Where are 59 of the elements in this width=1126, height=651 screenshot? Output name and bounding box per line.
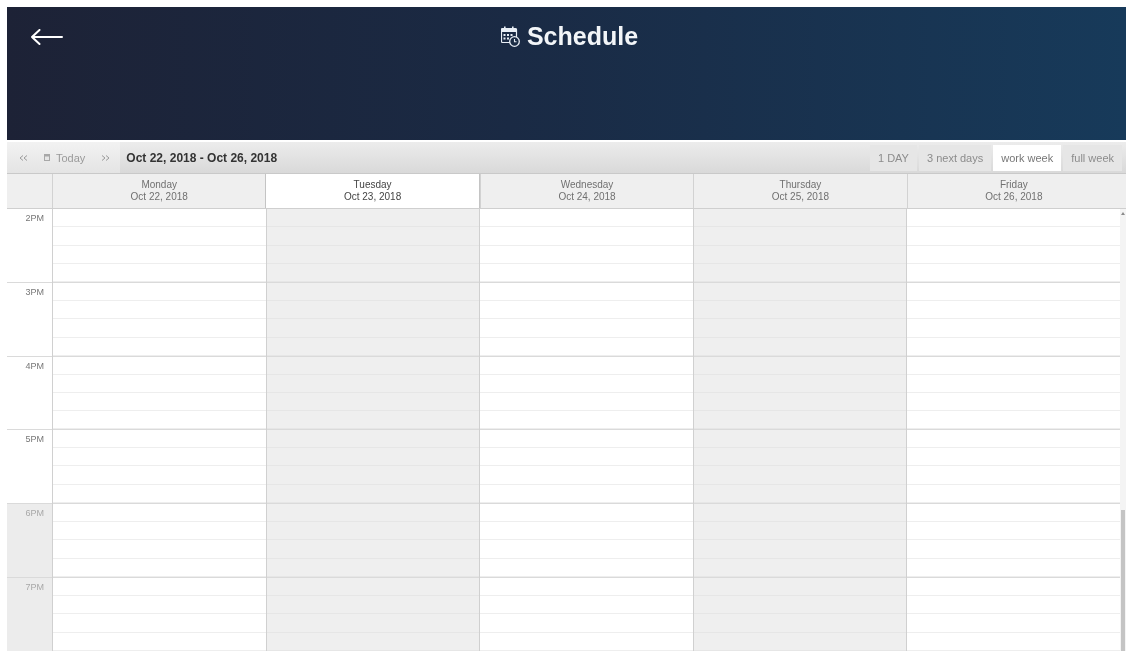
time-slot[interactable] [907,429,1120,504]
time-slot[interactable] [907,577,1120,651]
time-slot[interactable] [907,355,1120,430]
view-tab[interactable]: full week [1063,144,1122,171]
day-name: Friday [999,179,1028,191]
time-slot[interactable] [907,281,1120,356]
time-slot[interactable] [480,429,693,504]
view-tab[interactable]: work week [993,144,1062,171]
time-slot[interactable] [480,503,693,578]
time-slot[interactable] [53,281,266,356]
page-title: Schedule [526,21,639,51]
view-tab[interactable]: 1 DAY [870,144,917,171]
day-date: Oct 24, 2018 [558,191,616,203]
day-header[interactable]: Tuesday Oct 23, 2018 [265,174,480,208]
time-slot[interactable] [266,281,480,356]
hour-label: 3PM [25,285,44,298]
time-slot[interactable] [693,209,907,282]
hour-label: 2PM [25,212,44,224]
back-arrow-icon [31,29,63,45]
time-slot[interactable] [266,355,480,430]
day-date: Oct 23, 2018 [343,191,402,203]
scroll-up-arrow-icon[interactable] [1120,212,1125,215]
scrollbar-thumb[interactable] [1120,509,1125,651]
day-name: Wednesday [560,179,614,191]
day-date: Oct 26, 2018 [985,191,1043,203]
time-slot[interactable] [480,355,693,430]
day-date: Oct 22, 2018 [130,191,188,203]
time-slot[interactable] [53,355,266,430]
time-slot[interactable] [53,577,266,651]
time-slot[interactable] [907,503,1120,578]
double-chevron-right-icon [101,154,111,161]
time-slot[interactable] [53,503,266,578]
time-slot[interactable] [480,577,693,651]
time-slot[interactable] [480,281,693,356]
hour-label: 4PM [25,359,44,372]
scrollbar[interactable] [1119,209,1126,651]
time-slot[interactable] [266,577,480,651]
day-name: Tuesday [353,179,392,191]
date-range: Oct 22, 2018 - Oct 26, 2018 [126,150,278,165]
day-date: Oct 25, 2018 [771,191,830,203]
hour-label: 7PM [25,581,44,594]
double-chevron-left-icon [19,154,28,161]
day-name: Monday [141,179,177,191]
hour-label: 6PM [25,507,44,520]
hour-label: 5PM [25,433,44,446]
time-slot[interactable] [693,577,907,651]
back-button[interactable] [31,29,63,45]
time-slot[interactable] [266,503,480,578]
time-slot[interactable] [693,429,907,504]
time-slot[interactable] [266,209,480,282]
calendar-icon [44,154,50,161]
view-tab[interactable]: 3 next days [918,144,992,171]
calendar-clock-icon [500,25,520,47]
time-slot[interactable] [693,281,907,356]
time-slot[interactable] [53,429,266,504]
time-slot[interactable] [266,429,480,504]
time-slot[interactable] [693,503,907,578]
day-name: Thursday [779,179,822,191]
time-slot[interactable] [693,355,907,430]
